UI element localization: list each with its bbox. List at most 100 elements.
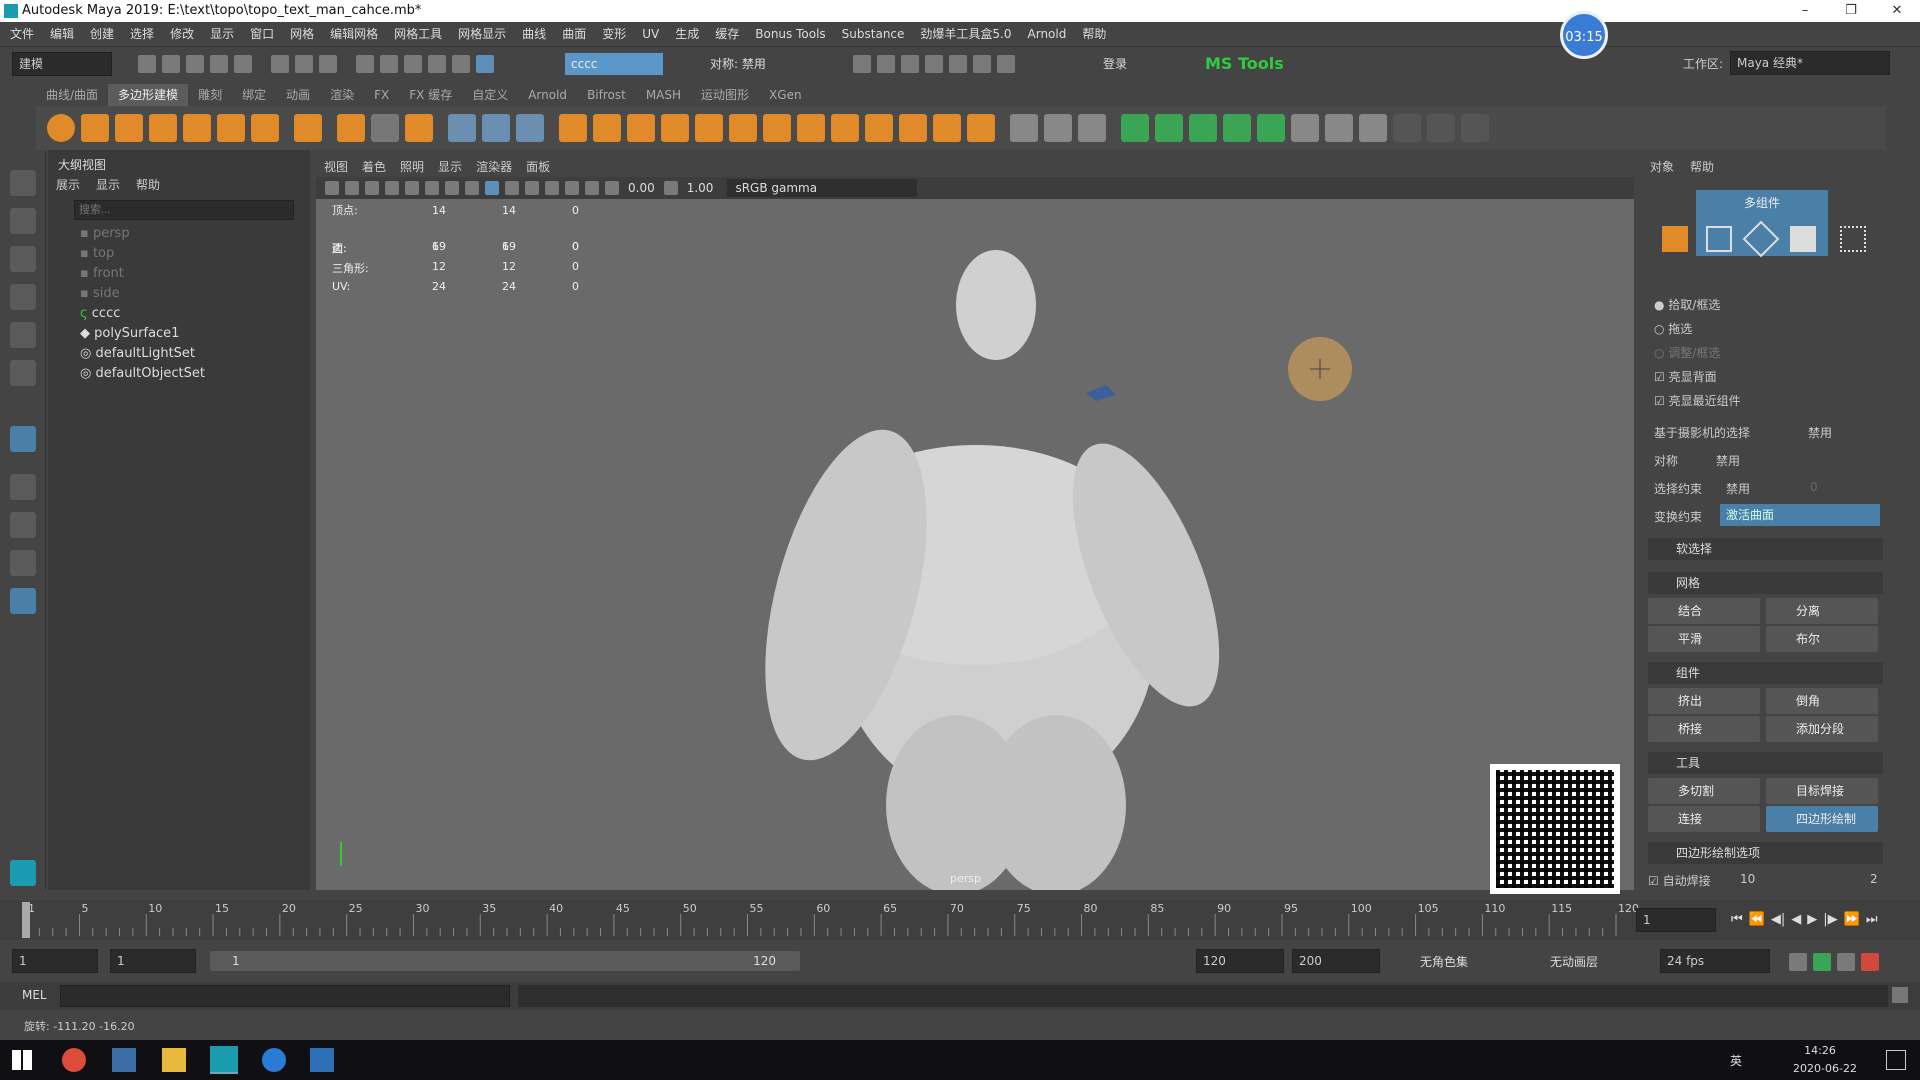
edge-icon[interactable] [262,1048,286,1072]
symmetry-value[interactable]: 禁用 [1716,452,1740,469]
go-to-start-icon[interactable]: ⏮ [1731,912,1743,927]
menu-edit-mesh[interactable]: 编辑网格 [322,22,386,46]
bookmark-icon[interactable] [365,181,379,195]
poly-cube-icon[interactable] [81,114,109,142]
outliner-item-defaultlightset[interactable]: ◎ defaultLightSet [80,346,195,361]
poly-cylinder-icon[interactable] [115,114,143,142]
tab-fx[interactable]: FX [364,84,399,106]
menu-substance[interactable]: Substance [834,22,913,46]
chrome-icon[interactable] [62,1048,86,1072]
auto-weld-check[interactable]: ☑ 自动焊接 [1648,872,1711,889]
type-tool-icon[interactable] [371,114,399,142]
clock-time[interactable]: 14:26 [1790,1044,1850,1057]
toolkit-menu-object[interactable]: 对象 [1650,158,1674,175]
poly-disc-icon[interactable] [251,114,279,142]
extract-icon[interactable] [627,114,655,142]
step-back-key-icon[interactable]: ⏪ [1749,912,1765,927]
file-explorer-icon[interactable] [162,1048,186,1072]
single-perspective-layout-icon[interactable] [10,474,36,500]
outliner-search-input[interactable] [74,200,294,220]
shelf-extra-icon[interactable] [1393,114,1421,142]
smooth-icon[interactable] [661,114,689,142]
gamma-icon[interactable] [663,181,678,195]
tab-custom[interactable]: 自定义 [462,84,518,106]
vp-menu-shading[interactable]: 着色 [362,158,386,175]
outliner-layout-icon[interactable] [10,588,36,614]
menu-display[interactable]: 显示 [202,22,242,46]
redo-icon[interactable] [234,55,252,73]
new-scene-icon[interactable] [138,55,156,73]
bevel-icon[interactable] [695,114,723,142]
poke-icon[interactable] [933,114,961,142]
uv-spherical-icon[interactable] [1189,114,1217,142]
mesh-section[interactable]: 网格 [1648,572,1883,594]
anim-layer-dropdown[interactable]: 无动画层 [1550,953,1598,970]
textured-icon[interactable] [505,181,519,195]
tab-fx-cache[interactable]: FX 缓存 [399,84,462,106]
insert-edge-loop-icon[interactable] [1044,114,1072,142]
two-view-layout-icon[interactable] [10,550,36,576]
outliner-menu-display[interactable]: 显示 [96,176,120,193]
open-scene-icon[interactable] [162,55,180,73]
shadows-icon[interactable] [545,181,559,195]
reduce-icon[interactable] [967,114,995,142]
wedge-icon[interactable] [899,114,927,142]
menu-file[interactable]: 文件 [2,22,42,46]
render-settings-icon[interactable] [925,55,943,73]
menu-arnold[interactable]: Arnold [1020,22,1075,46]
range-slider-bar[interactable]: 1 120 [210,951,800,971]
close-button[interactable]: ✕ [1874,0,1920,22]
toolkit-menu-help[interactable]: 帮助 [1690,158,1714,175]
outliner-item-top[interactable]: ▪ top [80,246,114,261]
combine-button[interactable]: 结合 [1648,598,1760,624]
move-tool-icon[interactable] [10,284,36,310]
face-mode-icon[interactable] [1790,226,1816,252]
playback-start-field[interactable]: 1 [110,949,196,973]
script-editor-icon[interactable] [1892,987,1908,1003]
menu-mesh-display[interactable]: 网格显示 [450,22,514,46]
character-icon[interactable] [1861,953,1879,971]
menu-create[interactable]: 创建 [82,22,122,46]
login-dropdown[interactable]: 登录 [1085,53,1200,75]
target-weld-button[interactable]: 目标焊接 [1766,778,1878,804]
clock-date[interactable]: 2020-06-22 [1790,1062,1860,1075]
shelf-m2-icon[interactable] [1461,114,1489,142]
uv-planar-icon[interactable] [1121,114,1149,142]
tab-animation[interactable]: 动画 [276,84,320,106]
separate-icon[interactable] [593,114,621,142]
shelf-m1-icon[interactable] [1427,114,1455,142]
character-set-dropdown[interactable]: 无角色集 [1420,953,1468,970]
vp-menu-view[interactable]: 视图 [324,158,348,175]
menu-bonus-tools[interactable]: Bonus Tools [747,22,833,46]
camera-select-icon[interactable] [325,181,339,195]
scene-start-field[interactable]: 1 [12,949,98,973]
menu-surfaces[interactable]: 曲面 [554,22,594,46]
outliner-item-persp[interactable]: ▪ persp [80,226,130,241]
four-view-layout-icon[interactable] [10,512,36,538]
tab-bifrost[interactable]: Bifrost [577,84,636,106]
xray-icon[interactable] [585,181,599,195]
add-divisions-button[interactable]: 添加分段 [1766,716,1878,742]
playback-end-field[interactable]: 120 [1196,949,1284,973]
fps-dropdown[interactable]: 24 fps [1660,949,1770,973]
loop-icon[interactable] [1789,953,1807,971]
notification-icon[interactable] [1886,1050,1906,1070]
quad-draw-button[interactable]: 四边形绘制 [1766,806,1878,832]
exposure-value[interactable]: 0.00 [628,181,655,195]
grid-toggle-icon[interactable] [405,181,419,195]
tools-section[interactable]: 工具 [1648,752,1883,774]
multi-cut-icon[interactable] [1010,114,1038,142]
anim-prefs-icon[interactable] [1837,953,1855,971]
outliner-item-cccc[interactable]: ς cccc [80,306,120,321]
poly-sphere-icon[interactable] [47,114,75,142]
platonic-solid-icon[interactable] [294,114,322,142]
step-back-frame-icon[interactable]: ◀| [1771,912,1785,927]
check-backface[interactable]: ☑ 亮显背面 [1654,368,1717,385]
poly-plane-icon[interactable] [217,114,245,142]
ipr-render-icon[interactable] [901,55,919,73]
vp-menu-lighting[interactable]: 照明 [400,158,424,175]
mstools-logo[interactable]: MS Tools [1205,53,1284,75]
ime-lang[interactable]: 英 [1730,1052,1742,1069]
tab-rigging[interactable]: 绑定 [232,84,276,106]
cut-uv-icon[interactable] [1325,114,1353,142]
